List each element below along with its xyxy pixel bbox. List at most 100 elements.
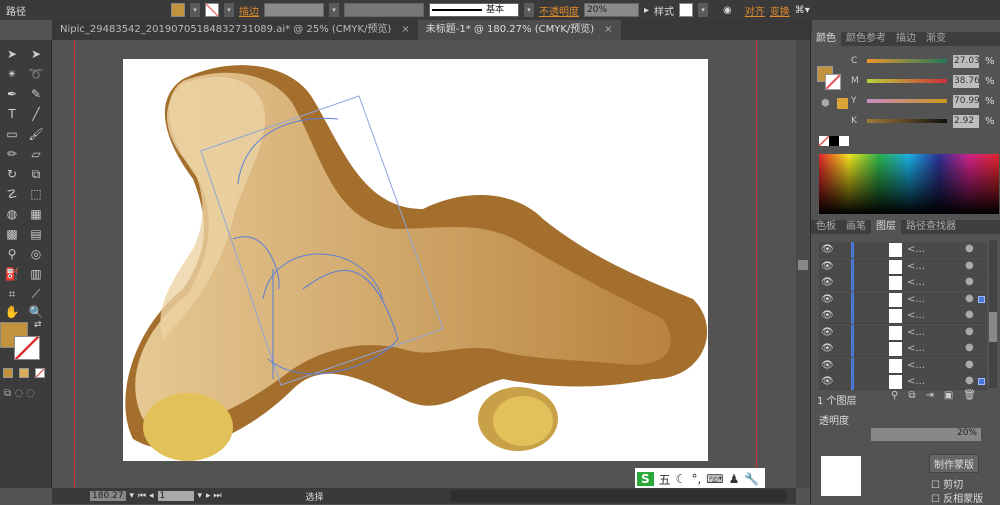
keyboard-icon[interactable]: ⌨ (706, 472, 723, 486)
fill-swatch[interactable] (171, 3, 185, 17)
tab-layers[interactable]: 图层 (871, 220, 901, 234)
tab-color[interactable]: 颜色 (811, 32, 841, 46)
layer-name[interactable]: <... (907, 343, 925, 354)
blend-icon[interactable]: ◎ (28, 246, 44, 262)
layers-scrollbar[interactable] (989, 240, 997, 388)
user-icon[interactable]: ♟ (729, 472, 740, 486)
layer-row[interactable]: 👁 <... ● (819, 275, 987, 291)
target-icon[interactable]: ● (965, 309, 974, 320)
cyan-slider[interactable]: C 27.03% (851, 54, 1000, 68)
layer-row[interactable]: 👁 <... ● (819, 258, 987, 275)
layer-name[interactable]: <... (907, 327, 925, 338)
rotate-icon[interactable]: ↻ (4, 166, 20, 182)
input-mode[interactable]: 五 (659, 471, 671, 488)
artboard[interactable] (123, 59, 708, 461)
layer-footer-icons[interactable]: ⚲⧉⇥▣🗑 (891, 390, 986, 401)
shape-builder-icon[interactable]: ◍ (4, 206, 20, 222)
layer-row[interactable]: 👁 <... ● (819, 291, 987, 308)
hand-tool-icon[interactable]: ✋ (4, 304, 20, 320)
symbol-sprayer-icon[interactable]: ⛽ (4, 266, 20, 282)
eye-icon[interactable]: 👁 (821, 360, 834, 371)
magenta-slider[interactable]: M 38.76% (851, 74, 1000, 88)
eye-icon[interactable]: 👁 (821, 343, 834, 354)
curvature-tool-icon[interactable]: ✎ (28, 86, 44, 102)
perspective-grid-icon[interactable]: ▦ (28, 206, 44, 222)
stroke-dropdown[interactable]: ▾ (224, 3, 234, 17)
layer-name[interactable]: <... (907, 310, 925, 321)
layer-row[interactable]: 👁 <... ● (819, 341, 987, 357)
eraser-icon[interactable]: ▱ (28, 146, 44, 162)
color-spectrum[interactable] (819, 154, 999, 214)
layer-row[interactable]: 👁 <... ● (819, 374, 987, 390)
target-icon[interactable]: ● (965, 342, 974, 353)
align-link[interactable]: 对齐 (745, 3, 765, 18)
opacity-input[interactable]: 20% (584, 3, 639, 17)
close-icon[interactable]: × (401, 24, 409, 35)
target-icon[interactable]: ● (965, 375, 974, 386)
wrench-icon[interactable]: 🔧 (744, 472, 759, 486)
none-mode-button[interactable] (35, 368, 45, 378)
color-mode-button[interactable] (3, 368, 13, 378)
vertical-scrollbar[interactable] (796, 40, 810, 488)
tab-nipic-doc[interactable]: Nipic_29483542_20190705184832731089.ai* … (52, 20, 418, 40)
layer-name[interactable]: <... (907, 360, 925, 371)
out-of-gamut-icon[interactable]: ⬢ (821, 98, 830, 109)
style-swatch[interactable] (679, 3, 694, 17)
eye-icon[interactable]: 👁 (821, 310, 834, 321)
magic-wand-icon[interactable]: ✴ (4, 66, 20, 82)
brush-dropdown[interactable]: ▾ (524, 3, 534, 17)
stroke-color-box[interactable] (14, 336, 40, 360)
target-icon[interactable]: ● (965, 243, 974, 254)
yellow-value[interactable]: 70.99 (953, 94, 979, 108)
nav-first-icon[interactable]: ⏮ ◂ (138, 491, 153, 501)
punctuation-icon[interactable]: °, (691, 472, 701, 486)
zoom-field[interactable]: 180.27 (90, 491, 126, 501)
eye-icon[interactable]: 👁 (821, 261, 834, 272)
tab-stroke[interactable]: 描边 (891, 32, 921, 46)
gradient-mode-button[interactable] (19, 368, 29, 378)
layer-row[interactable]: 👁 <... ● (819, 357, 987, 374)
pencil-icon[interactable]: ✏ (4, 146, 20, 162)
scroll-thumb[interactable] (798, 260, 808, 270)
cyan-value[interactable]: 27.03 (953, 54, 979, 68)
type-tool-icon[interactable]: T (4, 106, 20, 122)
lasso-icon[interactable]: ➰ (28, 66, 44, 82)
stroke-swatch[interactable] (205, 3, 219, 17)
selection-tool-icon[interactable]: ➤ (4, 46, 20, 62)
tab-untitled-doc[interactable]: 未标题-1* @ 180.27% (CMYK/预览) × (417, 20, 621, 40)
transparency-opacity[interactable]: 20% (871, 428, 981, 441)
moon-icon[interactable]: ☾ (676, 472, 687, 486)
layer-row[interactable]: 👁 <... ● (819, 324, 987, 341)
black-swatch[interactable] (829, 136, 839, 146)
panel-stroke-swatch[interactable] (825, 74, 841, 90)
target-icon[interactable]: ● (965, 359, 974, 370)
tab-color-guide[interactable]: 颜色参考 (841, 32, 891, 46)
zoom-tool-icon[interactable]: 🔍 (28, 304, 44, 320)
page-field[interactable]: 1 (157, 491, 194, 501)
line-tool-icon[interactable]: ╱ (28, 106, 44, 122)
invert-mask-checkbox[interactable]: ☐ 反相蒙版 (931, 490, 983, 505)
layer-name[interactable]: <... (907, 376, 925, 387)
tab-pathfinder[interactable]: 路径查找器 (901, 220, 961, 234)
target-icon[interactable]: ● (965, 276, 974, 287)
target-icon[interactable]: ● (965, 293, 974, 304)
target-icon[interactable]: ● (965, 326, 974, 337)
stroke-weight-input[interactable] (264, 3, 324, 17)
tab-gradient[interactable]: 渐变 (921, 32, 951, 46)
variable-width-select[interactable] (344, 3, 424, 17)
transform-link[interactable]: 变换 (770, 3, 790, 18)
direct-selection-tool-icon[interactable]: ➤ (28, 46, 44, 62)
white-swatch[interactable] (839, 136, 849, 146)
magenta-value[interactable]: 38.76 (953, 74, 979, 88)
layer-name[interactable]: <... (907, 294, 925, 305)
style-dropdown[interactable]: ▾ (698, 3, 709, 17)
fill-dropdown[interactable]: ▾ (190, 3, 200, 17)
stroke-weight-dropdown[interactable]: ▾ (329, 3, 339, 17)
black-slider[interactable]: K 2.92% (851, 114, 1000, 128)
stroke-label[interactable]: 描边 (239, 3, 259, 18)
make-mask-button[interactable]: 制作蒙版 (929, 454, 979, 473)
tab-swatches[interactable]: 色板 (811, 220, 841, 234)
recolor-icon[interactable]: ◉ (723, 5, 732, 16)
target-icon[interactable]: ● (965, 260, 974, 271)
clip-checkbox[interactable]: ☐ 剪切 (931, 476, 963, 491)
